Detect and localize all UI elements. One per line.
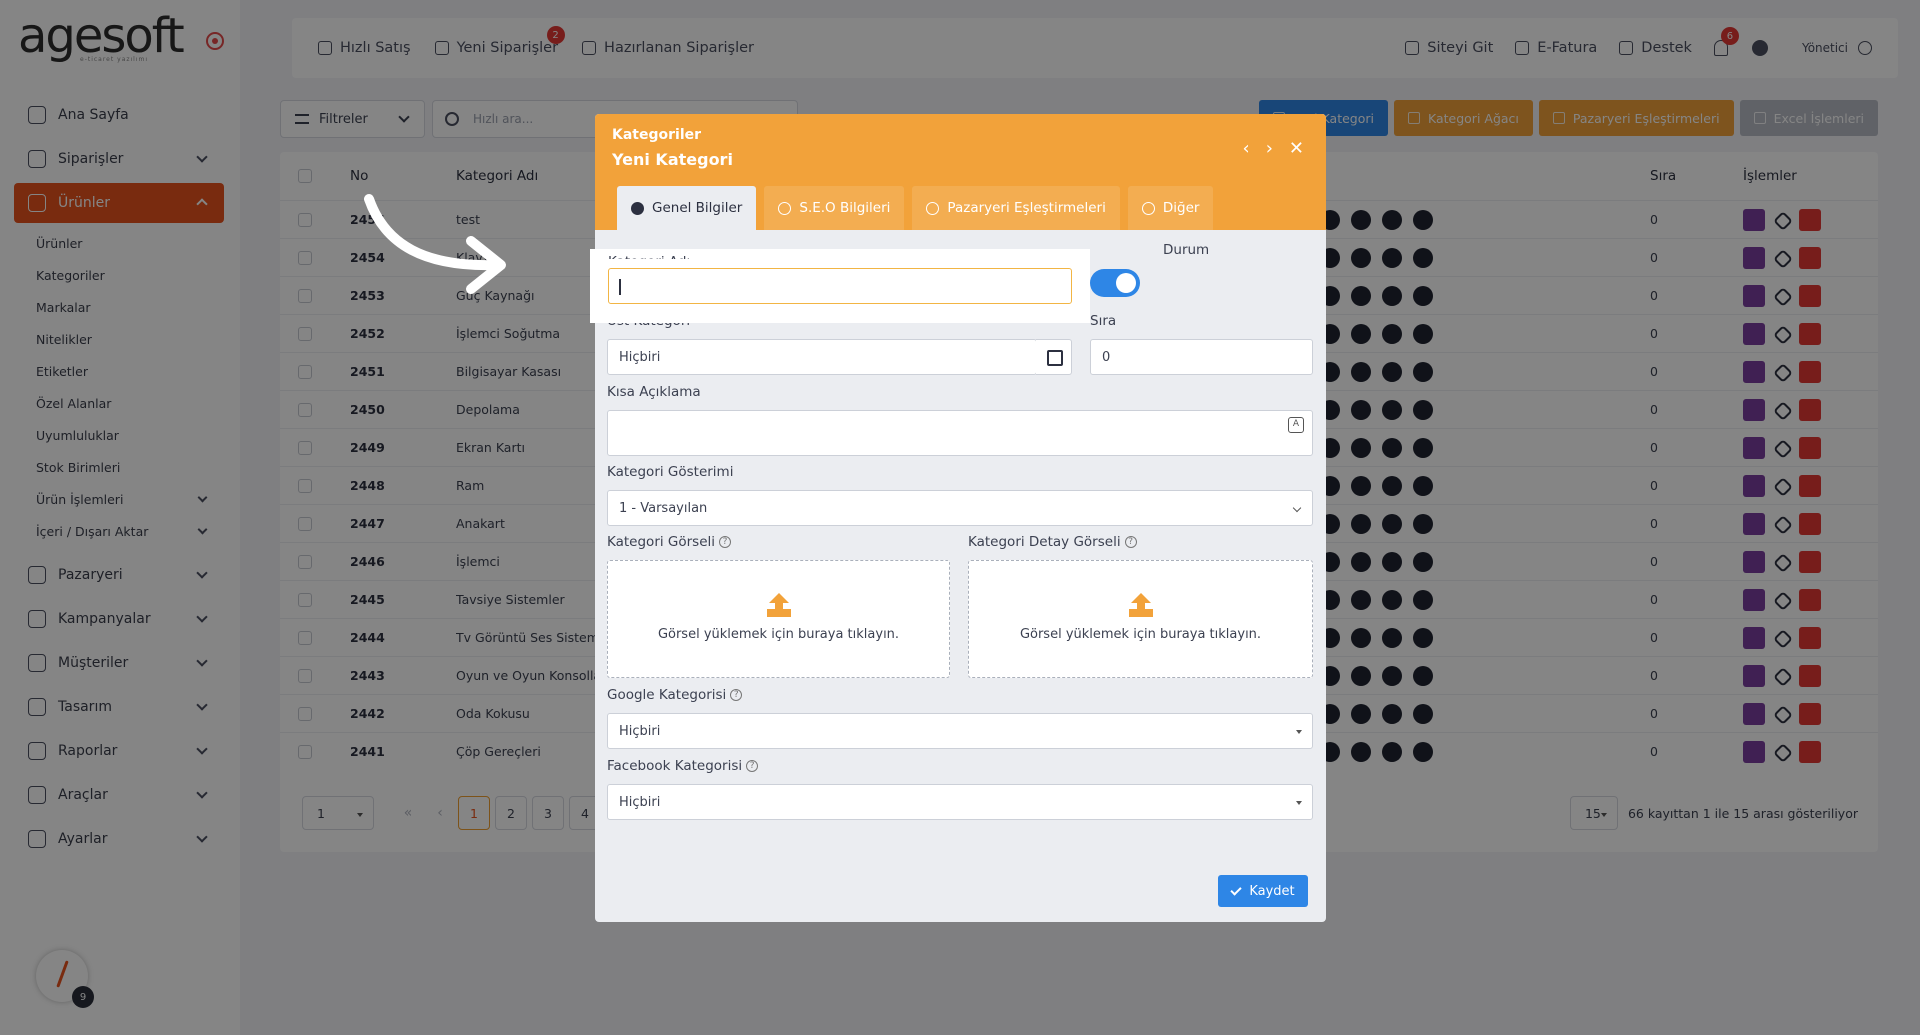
order-input[interactable]: 0 xyxy=(1090,339,1313,375)
ai-text-icon[interactable]: A xyxy=(1288,417,1304,433)
tab-0[interactable]: Genel Bilgiler xyxy=(617,186,757,230)
caret-down-icon xyxy=(1296,801,1302,805)
tab-icon xyxy=(631,201,644,215)
facebook-category-label-text: Facebook Kategorisi xyxy=(607,758,743,774)
facebook-category-value: Hiçbiri xyxy=(619,794,661,810)
chevron-down-icon xyxy=(1292,503,1302,513)
next-record-icon[interactable]: › xyxy=(1266,138,1273,159)
category-name-input[interactable] xyxy=(608,268,1072,304)
google-category-label: Google Kategorisi? xyxy=(607,687,743,703)
caret-down-icon xyxy=(1296,730,1302,734)
tab-label: Pazaryeri Eşleştirmeleri xyxy=(947,200,1106,216)
close-icon[interactable]: ✕ xyxy=(1289,138,1304,159)
display-select[interactable]: 1 - Varsayılan xyxy=(607,490,1313,526)
prev-record-icon[interactable]: ‹ xyxy=(1243,138,1250,159)
tab-label: Diğer xyxy=(1162,200,1200,216)
tab-label: Genel Bilgiler xyxy=(652,200,743,216)
detail-image-upload[interactable]: Görsel yüklemek için buraya tıklayın. xyxy=(968,560,1313,678)
upload-text: Görsel yüklemek için buraya tıklayın. xyxy=(657,627,900,642)
modal-tabs: Genel Bilgiler S.E.O Bilgileri Pazaryeri E… xyxy=(617,186,1221,230)
category-image-label-text: Kategori Görseli xyxy=(607,534,716,550)
category-image-label: Kategori Görseli? xyxy=(607,534,732,550)
help-icon[interactable]: ? xyxy=(719,536,732,548)
modal-title: Yeni Kategori xyxy=(612,150,733,169)
short-description-label: Kısa Açıklama xyxy=(607,384,701,400)
modal-subtitle: Kategoriler xyxy=(612,127,702,143)
new-category-modal: Kategoriler Yeni Kategori ‹ › ✕ Genel Bi… xyxy=(595,114,1326,922)
google-category-label-text: Google Kategorisi xyxy=(607,687,727,703)
text-cursor xyxy=(619,279,621,295)
display-value: 1 - Varsayılan xyxy=(619,500,708,516)
tab-2[interactable]: Pazaryeri Eşleştirmeleri xyxy=(912,186,1120,230)
tab-icon xyxy=(778,201,792,215)
category-image-upload[interactable]: Görsel yüklemek için buraya tıklayın. xyxy=(607,560,950,678)
google-category-value: Hiçbiri xyxy=(619,723,661,739)
save-button[interactable]: Kaydet xyxy=(1218,875,1308,907)
status-toggle[interactable] xyxy=(1090,269,1140,297)
check-icon xyxy=(1230,883,1243,896)
order-value: 0 xyxy=(1102,349,1111,365)
tab-3[interactable]: Diğer xyxy=(1127,186,1214,230)
tab-icon xyxy=(926,201,940,215)
tab-label: S.E.O Bilgileri xyxy=(799,200,891,216)
short-description-textarea[interactable]: A xyxy=(607,410,1313,456)
display-label: Kategori Gösterimi xyxy=(607,464,734,480)
help-icon[interactable]: ? xyxy=(730,689,743,701)
upload-text: Görsel yüklemek için buraya tıklayın. xyxy=(1019,627,1262,642)
help-icon[interactable]: ? xyxy=(1124,536,1137,548)
edit-parent-button[interactable] xyxy=(1036,339,1072,375)
upload-icon xyxy=(1129,593,1153,617)
category-name-label: Kategori Adı xyxy=(608,249,690,259)
parent-category-value: Hiçbiri xyxy=(619,349,661,365)
parent-category-field[interactable]: Hiçbiri xyxy=(607,339,1037,375)
help-icon[interactable]: ? xyxy=(746,760,759,772)
status-label: Durum xyxy=(1163,242,1210,258)
modal-header: Kategoriler Yeni Kategori ‹ › ✕ Genel Bi… xyxy=(595,114,1326,230)
tab-1[interactable]: S.E.O Bilgileri xyxy=(764,186,905,230)
detail-image-label-text: Kategori Detay Görseli xyxy=(968,534,1121,550)
facebook-category-label: Facebook Kategorisi? xyxy=(607,758,759,774)
save-label: Kaydet xyxy=(1249,883,1295,899)
tab-icon xyxy=(1141,201,1155,215)
modal-nav: ‹ › ✕ xyxy=(1227,138,1305,159)
order-label: Sıra xyxy=(1090,313,1117,329)
tutorial-arrow-icon xyxy=(364,194,506,294)
upload-icon xyxy=(767,593,791,617)
google-category-select[interactable]: Hiçbiri xyxy=(607,713,1313,749)
detail-image-label: Kategori Detay Görseli? xyxy=(968,534,1137,550)
facebook-category-select[interactable]: Hiçbiri xyxy=(607,784,1313,820)
